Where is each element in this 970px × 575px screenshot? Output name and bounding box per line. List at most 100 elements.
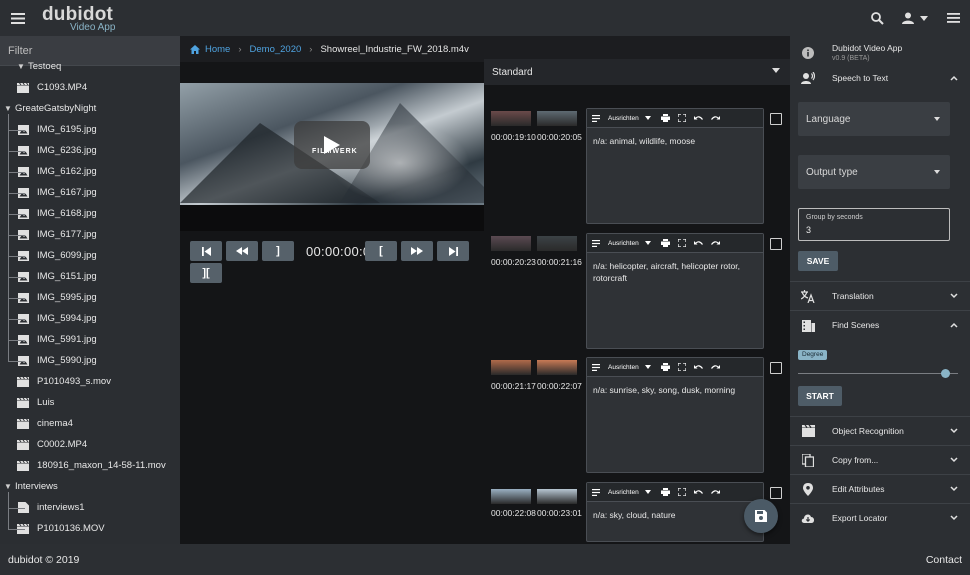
tree-file[interactable]: IMG_5995.jpg — [17, 287, 97, 308]
align-icon[interactable] — [592, 239, 600, 247]
search-icon[interactable] — [860, 0, 894, 36]
tree-file[interactable]: C1093.MP4 — [17, 77, 87, 98]
fullscreen-icon[interactable] — [677, 363, 686, 371]
object-recognition-header[interactable]: Object Recognition — [790, 419, 970, 443]
scene-end-thumbnail[interactable] — [537, 360, 577, 375]
save-fab[interactable] — [744, 499, 778, 533]
tree-file[interactable]: cinema4 — [17, 413, 73, 434]
scene-start-thumbnail[interactable] — [491, 111, 531, 126]
align-dropdown[interactable]: Ausrichten — [608, 115, 651, 122]
redo-icon[interactable] — [710, 115, 720, 122]
fullscreen-icon[interactable] — [677, 114, 686, 122]
undo-icon[interactable] — [693, 489, 703, 496]
scene-text-editor[interactable]: Ausrichten n/a: animal, wildlife, moose — [586, 108, 764, 224]
mark-in-button[interactable]: [ — [365, 241, 397, 261]
breadcrumb-home[interactable]: Home — [205, 44, 230, 55]
tree-file[interactable]: P1010136.MOV — [17, 518, 105, 539]
scene-end-thumbnail[interactable] — [537, 236, 577, 251]
fast-forward-button[interactable] — [401, 241, 433, 261]
scene-text-editor[interactable]: Ausrichten n/a: sunrise, sky, song, dusk,… — [586, 357, 764, 473]
degree-slider-thumb[interactable] — [940, 369, 950, 378]
tree-file[interactable]: IMG_6099.jpg — [17, 245, 97, 266]
scene-select-checkbox[interactable] — [770, 238, 782, 250]
video-player[interactable]: FILMWERK — [180, 83, 484, 205]
align-icon[interactable] — [592, 363, 600, 371]
scene-tags-text[interactable]: n/a: sky, cloud, nature — [587, 502, 763, 528]
degree-slider-track[interactable] — [798, 369, 958, 378]
tree-folder[interactable]: ▼ Testoeq — [17, 56, 61, 77]
standard-select[interactable]: Standard — [484, 59, 790, 85]
tree-file[interactable]: IMG_5990.jpg — [17, 350, 97, 371]
skip-end-button[interactable] — [437, 241, 469, 261]
print-icon[interactable] — [660, 114, 670, 122]
tree-file[interactable]: P1010493_s.mov — [17, 371, 111, 392]
print-icon[interactable] — [660, 363, 670, 371]
find-scenes-header[interactable]: Find Scenes — [790, 313, 970, 337]
scene-text-editor[interactable]: Ausrichten n/a: helicopter, aircraft, hel… — [586, 233, 764, 349]
skip-start-button[interactable] — [190, 241, 222, 261]
play-button[interactable] — [294, 121, 370, 169]
align-icon[interactable] — [592, 114, 600, 122]
print-icon[interactable] — [660, 488, 670, 496]
scene-text-editor[interactable]: Ausrichten n/a: sky, cloud, nature — [586, 482, 764, 542]
tree-file[interactable]: IMG_6177.jpg — [17, 224, 97, 245]
scene-tags-text[interactable]: n/a: animal, wildlife, moose — [587, 128, 763, 154]
scene-end-thumbnail[interactable] — [537, 111, 577, 126]
caret-down-icon[interactable]: ▼ — [17, 62, 25, 71]
tree-folder[interactable]: ▼ Interviews — [4, 476, 58, 497]
mark-out-button[interactable]: ] — [262, 241, 294, 261]
caret-down-icon[interactable]: ▼ — [4, 104, 12, 113]
fullscreen-icon[interactable] — [677, 488, 686, 496]
scene-tags-text[interactable]: n/a: sunrise, sky, song, dusk, morning — [587, 377, 763, 403]
undo-icon[interactable] — [693, 364, 703, 371]
speech-to-text-header[interactable]: Speech to Text — [790, 66, 970, 90]
tree-file[interactable]: IMG_6236.jpg — [17, 140, 97, 161]
scene-start-thumbnail[interactable] — [491, 489, 531, 504]
translation-header[interactable]: Translation — [790, 284, 970, 308]
save-button[interactable]: SAVE — [798, 251, 838, 271]
tree-file[interactable]: interviews1 — [17, 497, 85, 518]
menu-icon[interactable] — [0, 0, 36, 36]
language-select[interactable]: Language — [798, 102, 950, 136]
tree-folder[interactable]: ▼ GreateGatsbyNight — [4, 98, 96, 119]
caret-down-icon[interactable]: ▼ — [4, 482, 12, 491]
group-by-seconds-field[interactable]: Group by seconds 3 — [798, 208, 950, 241]
edit-attributes-header[interactable]: Edit Attributes — [790, 477, 970, 501]
breadcrumb-folder[interactable]: Demo_2020 — [250, 44, 302, 55]
start-button[interactable]: START — [798, 386, 842, 406]
align-dropdown[interactable]: Ausrichten — [608, 240, 651, 247]
trim-button[interactable]: ][ — [190, 263, 222, 283]
undo-icon[interactable] — [693, 240, 703, 247]
scene-select-checkbox[interactable] — [770, 487, 782, 499]
align-dropdown[interactable]: Ausrichten — [608, 489, 651, 496]
scene-start-thumbnail[interactable] — [491, 236, 531, 251]
scene-select-checkbox[interactable] — [770, 113, 782, 125]
scene-select-checkbox[interactable] — [770, 362, 782, 374]
tree-file[interactable]: IMG_5991.jpg — [17, 329, 97, 350]
footer-contact-link[interactable]: Contact — [926, 554, 962, 566]
fullscreen-icon[interactable] — [677, 239, 686, 247]
tree-file[interactable]: IMG_6168.jpg — [17, 203, 97, 224]
print-icon[interactable] — [660, 239, 670, 247]
tree-file[interactable]: IMG_6167.jpg — [17, 182, 97, 203]
undo-icon[interactable] — [693, 115, 703, 122]
tree-file[interactable]: IMG_5994.jpg — [17, 308, 97, 329]
more-menu-icon[interactable] — [936, 0, 970, 36]
scene-end-thumbnail[interactable] — [537, 489, 577, 504]
redo-icon[interactable] — [710, 364, 720, 371]
tree-file[interactable]: IMG_6162.jpg — [17, 161, 97, 182]
tree-file[interactable]: C0002.MP4 — [17, 434, 87, 455]
copy-from-header[interactable]: Copy from... — [790, 448, 970, 472]
redo-icon[interactable] — [710, 240, 720, 247]
tree-file[interactable]: Luis — [17, 392, 54, 413]
scene-start-thumbnail[interactable] — [491, 360, 531, 375]
tree-file[interactable]: IMG_6195.jpg — [17, 119, 97, 140]
rewind-button[interactable] — [226, 241, 258, 261]
align-icon[interactable] — [592, 488, 600, 496]
export-locator-header[interactable]: Export Locator — [790, 506, 970, 530]
output-type-select[interactable]: Output type — [798, 155, 950, 189]
scene-tags-text[interactable]: n/a: helicopter, aircraft, helicopter ro… — [587, 253, 763, 292]
align-dropdown[interactable]: Ausrichten — [608, 364, 651, 371]
redo-icon[interactable] — [710, 489, 720, 496]
home-icon[interactable] — [190, 44, 200, 54]
